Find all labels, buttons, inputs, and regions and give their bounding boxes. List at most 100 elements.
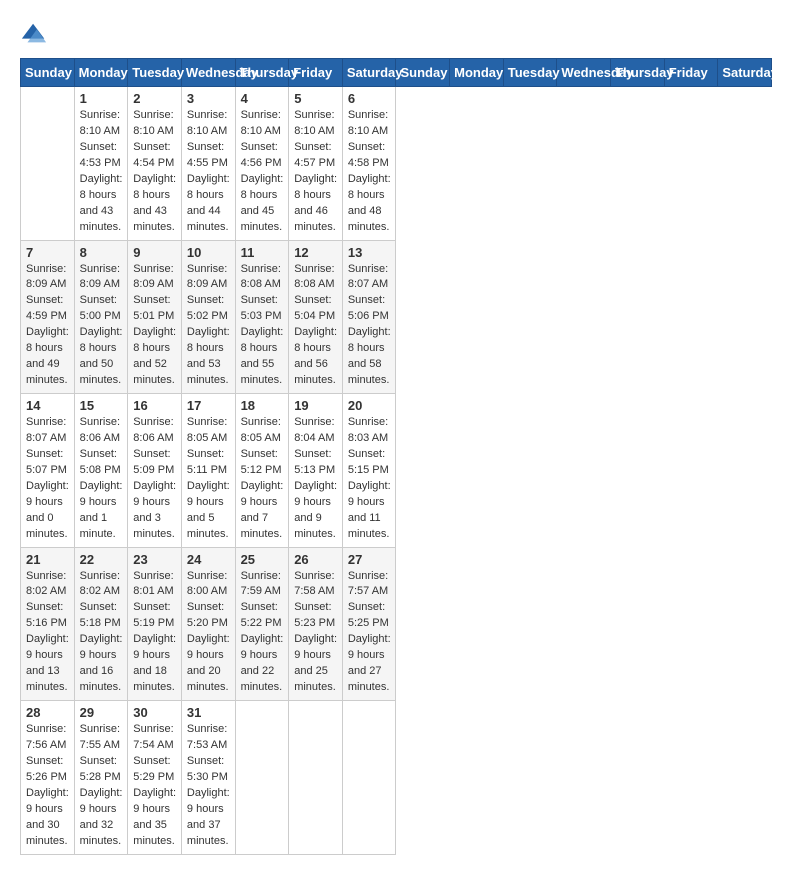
calendar-cell: 1Sunrise: 8:10 AMSunset: 4:53 PMDaylight… [74, 87, 128, 241]
day-number: 31 [187, 705, 230, 720]
day-number: 12 [294, 245, 337, 260]
weekday-header-sunday: Sunday [21, 59, 75, 87]
calendar-week-row: 1Sunrise: 8:10 AMSunset: 4:53 PMDaylight… [21, 87, 772, 241]
calendar-cell: 25Sunrise: 7:59 AMSunset: 5:22 PMDayligh… [235, 547, 289, 701]
day-info: Sunrise: 7:58 AMSunset: 5:23 PMDaylight:… [294, 569, 337, 697]
day-number: 30 [133, 705, 176, 720]
day-info: Sunrise: 8:07 AMSunset: 5:07 PMDaylight:… [26, 415, 69, 543]
day-info: Sunrise: 8:10 AMSunset: 4:57 PMDaylight:… [294, 108, 337, 236]
day-info: Sunrise: 7:53 AMSunset: 5:30 PMDaylight:… [187, 722, 230, 850]
day-number: 18 [241, 398, 284, 413]
day-info: Sunrise: 8:01 AMSunset: 5:19 PMDaylight:… [133, 569, 176, 697]
day-number: 21 [26, 552, 69, 567]
day-number: 9 [133, 245, 176, 260]
calendar-cell: 29 Sunrise: 7:55 AMSunset: 5:28 PMDayligh… [74, 701, 128, 855]
day-number: 23 [133, 552, 176, 567]
day-info: Sunrise: 8:08 AMSunset: 5:04 PMDaylight:… [294, 262, 337, 390]
day-number: 8 [80, 245, 123, 260]
calendar-cell: 28Sunrise: 7:56 AMSunset: 5:26 PMDayligh… [21, 701, 75, 855]
calendar-cell: 6Sunrise: 8:10 AMSunset: 4:58 PMDaylight… [342, 87, 396, 241]
day-number: 19 [294, 398, 337, 413]
day-info: Sunrise: 8:08 AMSunset: 5:03 PMDaylight:… [241, 262, 284, 390]
calendar-cell: 9 Sunrise: 8:09 AMSunset: 5:01 PMDaylight… [128, 240, 182, 394]
day-info: Sunrise: 8:10 AMSunset: 4:56 PMDaylight:… [241, 108, 284, 236]
calendar-cell: 2 Sunrise: 8:10 AMSunset: 4:54 PMDaylight… [128, 87, 182, 241]
calendar-cell: 20 Sunrise: 8:03 AMSunset: 5:15 PMDayligh… [342, 394, 396, 548]
weekday-header-saturday: Saturday [718, 59, 772, 87]
day-info: Sunrise: 8:09 AMSunset: 5:00 PMDaylight:… [80, 262, 123, 390]
day-info: Sunrise: 8:05 AMSunset: 5:11 PMDaylight:… [187, 415, 230, 543]
weekday-header-thursday: Thursday [611, 59, 665, 87]
calendar-cell: 15 Sunrise: 8:06 AMSunset: 5:08 PMDayligh… [74, 394, 128, 548]
day-number: 29 [80, 705, 123, 720]
logo-icon [20, 20, 48, 48]
day-info: Sunrise: 8:06 AMSunset: 5:09 PMDaylight:… [133, 415, 176, 543]
day-info: Sunrise: 8:10 AMSunset: 4:54 PMDaylight:… [133, 108, 176, 236]
day-number: 2 [133, 91, 176, 106]
day-number: 10 [187, 245, 230, 260]
calendar-cell: 18 Sunrise: 8:05 AMSunset: 5:12 PMDayligh… [235, 394, 289, 548]
calendar-cell: 10 Sunrise: 8:09 AMSunset: 5:02 PMDayligh… [181, 240, 235, 394]
day-info: Sunrise: 8:02 AMSunset: 5:18 PMDaylight:… [80, 569, 123, 697]
weekday-header-monday: Monday [74, 59, 128, 87]
calendar-week-row: 7 Sunrise: 8:09 AMSunset: 4:59 PMDaylight… [21, 240, 772, 394]
calendar-cell: 22 Sunrise: 8:02 AMSunset: 5:18 PMDayligh… [74, 547, 128, 701]
weekday-header-sunday: Sunday [396, 59, 450, 87]
day-number: 16 [133, 398, 176, 413]
day-info: Sunrise: 8:02 AMSunset: 5:16 PMDaylight:… [26, 569, 69, 697]
day-number: 28 [26, 705, 69, 720]
calendar-cell: 13Sunrise: 8:07 AMSunset: 5:06 PMDayligh… [342, 240, 396, 394]
day-number: 1 [80, 91, 123, 106]
day-number: 20 [348, 398, 391, 413]
weekday-header-tuesday: Tuesday [128, 59, 182, 87]
calendar-cell: 11Sunrise: 8:08 AMSunset: 5:03 PMDayligh… [235, 240, 289, 394]
weekday-header-wednesday: Wednesday [557, 59, 611, 87]
day-info: Sunrise: 8:00 AMSunset: 5:20 PMDaylight:… [187, 569, 230, 697]
day-number: 5 [294, 91, 337, 106]
weekday-header-tuesday: Tuesday [503, 59, 557, 87]
day-info: Sunrise: 8:04 AMSunset: 5:13 PMDaylight:… [294, 415, 337, 543]
day-info: Sunrise: 8:09 AMSunset: 5:01 PMDaylight:… [133, 262, 176, 390]
day-info: Sunrise: 7:55 AMSunset: 5:28 PMDaylight:… [80, 722, 123, 850]
calendar-week-row: 28Sunrise: 7:56 AMSunset: 5:26 PMDayligh… [21, 701, 772, 855]
day-number: 24 [187, 552, 230, 567]
day-number: 15 [80, 398, 123, 413]
day-info: Sunrise: 8:10 AMSunset: 4:55 PMDaylight:… [187, 108, 230, 236]
day-number: 7 [26, 245, 69, 260]
calendar-cell: 26 Sunrise: 7:58 AMSunset: 5:23 PMDayligh… [289, 547, 343, 701]
day-number: 4 [241, 91, 284, 106]
day-info: Sunrise: 8:05 AMSunset: 5:12 PMDaylight:… [241, 415, 284, 543]
calendar-cell: 7 Sunrise: 8:09 AMSunset: 4:59 PMDaylight… [21, 240, 75, 394]
day-number: 26 [294, 552, 337, 567]
weekday-header-friday: Friday [289, 59, 343, 87]
calendar-cell: 3 Sunrise: 8:10 AMSunset: 4:55 PMDaylight… [181, 87, 235, 241]
weekday-header-wednesday: Wednesday [181, 59, 235, 87]
calendar-cell [21, 87, 75, 241]
day-number: 6 [348, 91, 391, 106]
day-number: 13 [348, 245, 391, 260]
calendar-cell [289, 701, 343, 855]
calendar-cell: 27 Sunrise: 7:57 AMSunset: 5:25 PMDayligh… [342, 547, 396, 701]
day-info: Sunrise: 7:54 AMSunset: 5:29 PMDaylight:… [133, 722, 176, 850]
day-number: 17 [187, 398, 230, 413]
calendar-cell: 23 Sunrise: 8:01 AMSunset: 5:19 PMDayligh… [128, 547, 182, 701]
calendar-cell: 14 Sunrise: 8:07 AMSunset: 5:07 PMDayligh… [21, 394, 75, 548]
weekday-header-row: SundayMondayTuesdayWednesdayThursdayFrid… [21, 59, 772, 87]
calendar-table: SundayMondayTuesdayWednesdayThursdayFrid… [20, 58, 772, 855]
day-info: Sunrise: 8:09 AMSunset: 5:02 PMDaylight:… [187, 262, 230, 390]
day-number: 22 [80, 552, 123, 567]
logo [20, 20, 52, 48]
day-info: Sunrise: 8:03 AMSunset: 5:15 PMDaylight:… [348, 415, 391, 543]
day-info: Sunrise: 7:57 AMSunset: 5:25 PMDaylight:… [348, 569, 391, 697]
day-number: 27 [348, 552, 391, 567]
calendar-cell: 19 Sunrise: 8:04 AMSunset: 5:13 PMDayligh… [289, 394, 343, 548]
day-number: 14 [26, 398, 69, 413]
day-info: Sunrise: 7:59 AMSunset: 5:22 PMDaylight:… [241, 569, 284, 697]
calendar-cell: 8 Sunrise: 8:09 AMSunset: 5:00 PMDaylight… [74, 240, 128, 394]
day-info: Sunrise: 8:06 AMSunset: 5:08 PMDaylight:… [80, 415, 123, 543]
calendar-cell: 12 Sunrise: 8:08 AMSunset: 5:04 PMDayligh… [289, 240, 343, 394]
day-info: Sunrise: 8:09 AMSunset: 4:59 PMDaylight:… [26, 262, 69, 390]
calendar-cell: 4 Sunrise: 8:10 AMSunset: 4:56 PMDaylight… [235, 87, 289, 241]
day-number: 3 [187, 91, 230, 106]
calendar-cell: 16 Sunrise: 8:06 AMSunset: 5:09 PMDayligh… [128, 394, 182, 548]
